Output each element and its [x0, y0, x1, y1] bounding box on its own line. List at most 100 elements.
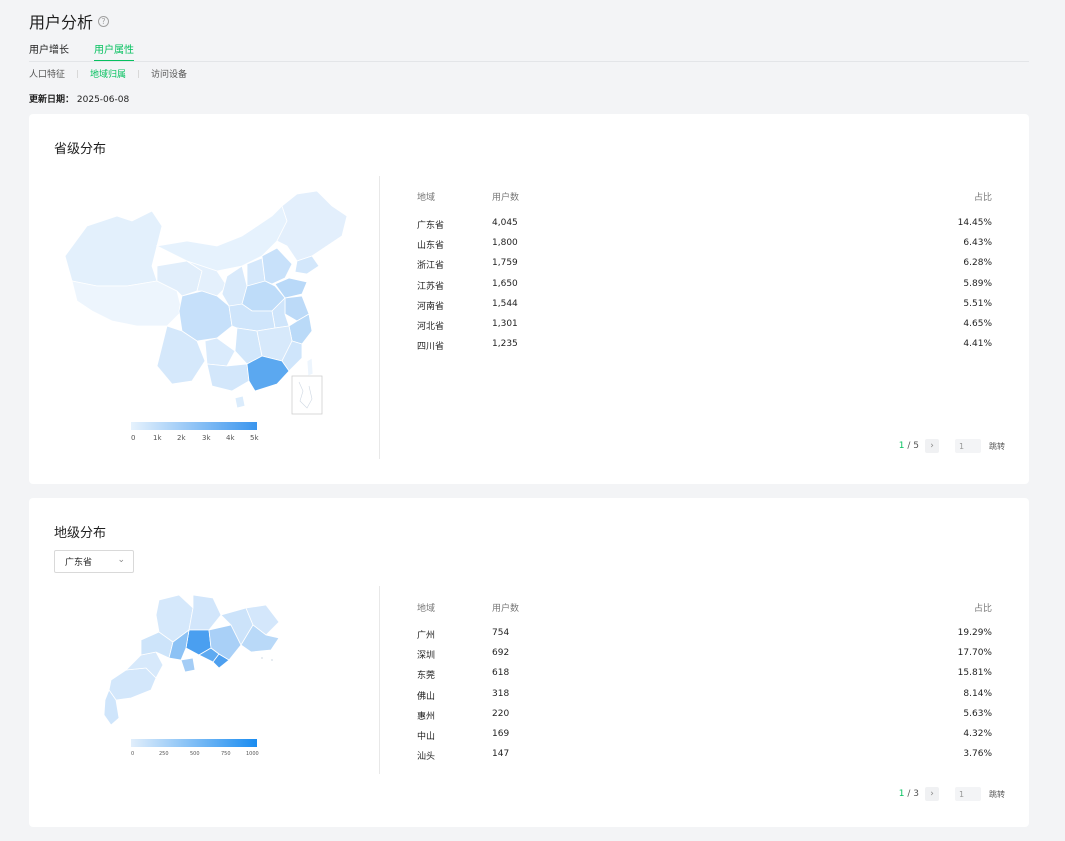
cell-users: 1,544 — [492, 298, 518, 309]
tab-user-attributes[interactable]: 用户属性 — [94, 41, 134, 62]
cell-pct: 5.51% — [963, 298, 992, 309]
legend-tick: 0 — [131, 434, 136, 442]
cell-pct: 15.81% — [957, 668, 992, 679]
city-legend-bar — [131, 739, 257, 747]
table-row: 佛山 318 8.14% — [417, 689, 992, 709]
cell-pct: 5.63% — [963, 708, 992, 719]
subtab-demographics[interactable]: 人口特征 — [29, 67, 65, 80]
subtab-separator — [77, 69, 79, 78]
page-jump-input[interactable] — [955, 787, 981, 801]
table-row: 江苏省 1,650 5.89% — [417, 279, 992, 299]
province-card: 省级分布 0 1k 2k 3k 4k 5k 地域 用户数 占比 广东省 4,04… — [29, 114, 1029, 484]
table-row: 浙江省 1,759 6.28% — [417, 258, 992, 278]
legend-tick: 750 — [221, 751, 231, 757]
col-region: 地域 — [417, 193, 436, 203]
legend-tick: 2k — [177, 434, 186, 442]
cell-pct: 6.43% — [963, 238, 992, 249]
map-region-hainan — [234, 395, 246, 409]
col-users: 用户数 — [492, 604, 520, 614]
province-select[interactable]: 广东省 ⌄ — [54, 550, 134, 573]
legend-tick: 500 — [190, 751, 200, 757]
chevron-down-icon: ⌄ — [117, 555, 125, 565]
map-city-shaoguan — [188, 594, 222, 631]
cell-users: 1,759 — [492, 258, 518, 269]
pager-total: 3 — [913, 789, 919, 799]
city-divider — [379, 586, 380, 774]
next-page-icon[interactable]: › — [925, 439, 939, 453]
col-users: 用户数 — [492, 193, 520, 203]
cell-pct: 4.32% — [963, 728, 992, 739]
cell-users: 1,301 — [492, 318, 518, 329]
legend-tick: 5k — [250, 434, 259, 442]
table-row: 河南省 1,544 5.51% — [417, 299, 992, 319]
cell-users: 147 — [492, 749, 510, 760]
table-row: 河北省 1,301 4.65% — [417, 319, 992, 339]
city-pager: 1 / 3 › 跳转 — [899, 787, 1005, 801]
table-row: 四川省 1,235 4.41% — [417, 339, 992, 359]
legend-tick: 3k — [202, 434, 211, 442]
province-pager: 1 / 5 › 跳转 — [899, 439, 1005, 453]
province-legend-ticks: 0 1k 2k 3k 4k 5k — [128, 434, 268, 444]
cell-region: 河南省 — [417, 301, 445, 312]
cell-users: 1,800 — [492, 238, 518, 249]
cell-region: 浙江省 — [417, 261, 445, 272]
pager-total: 5 — [913, 441, 919, 451]
subtab-region[interactable]: 地域归属 — [90, 67, 126, 80]
province-divider — [379, 176, 380, 459]
cell-region: 四川省 — [417, 342, 445, 353]
cell-pct: 5.89% — [963, 278, 992, 289]
cell-users: 692 — [492, 648, 510, 659]
province-title: 省级分布 — [54, 142, 107, 157]
cell-pct: 8.14% — [963, 688, 992, 699]
map-region-northeast — [276, 190, 347, 262]
table-row: 东莞 618 15.81% — [417, 668, 992, 688]
legend-tick: 1000 — [246, 751, 259, 757]
table-header: 地域 用户数 占比 — [417, 601, 992, 614]
page-jump-input[interactable] — [955, 439, 981, 453]
city-card: 地级分布 广东省 ⌄ 0 250 500 750 1000 地域 用户数 占比 … — [29, 498, 1029, 827]
legend-tick: 0 — [131, 751, 135, 757]
city-title: 地级分布 — [54, 526, 107, 541]
help-icon[interactable]: ? — [98, 15, 110, 27]
map-region-sichuan — [178, 290, 233, 342]
jump-button[interactable]: 跳转 — [989, 789, 1005, 800]
cell-pct: 17.70% — [957, 648, 992, 659]
legend-tick: 250 — [159, 751, 169, 757]
map-city-zhongshan — [180, 657, 196, 673]
cell-region: 山东省 — [417, 241, 445, 252]
tab-user-growth[interactable]: 用户增长 — [29, 41, 69, 62]
city-legend-ticks: 0 250 500 750 1000 — [128, 751, 268, 761]
pager-status: 1 / 3 — [899, 789, 919, 799]
cell-users: 169 — [492, 728, 510, 739]
col-pct: 占比 — [973, 604, 992, 614]
map-region-guizhou — [204, 337, 236, 367]
city-table: 地域 用户数 占比 广州 754 19.29% 深圳 692 17.70% 东莞 618 1… — [417, 601, 992, 769]
pager-sep: / — [904, 441, 914, 451]
cell-users: 1,235 — [492, 339, 518, 350]
pager-sep: / — [904, 789, 914, 799]
table-row: 惠州 220 5.63% — [417, 709, 992, 729]
cell-region: 河北省 — [417, 321, 445, 332]
legend-tick: 1k — [153, 434, 162, 442]
map-region-taiwan — [306, 357, 314, 377]
province-legend-bar — [131, 422, 257, 430]
cell-pct: 3.76% — [963, 749, 992, 760]
map-region-guangxi — [206, 363, 250, 392]
jump-button[interactable]: 跳转 — [989, 441, 1005, 452]
cell-region: 广东省 — [417, 221, 445, 231]
cell-region: 汕头 — [417, 752, 436, 763]
cell-region: 深圳 — [417, 651, 436, 662]
map-region-tibet — [71, 280, 183, 327]
cell-region: 江苏省 — [417, 281, 445, 292]
cell-users: 618 — [492, 668, 510, 679]
tabs-divider — [29, 61, 1029, 62]
map-city-islands — [261, 657, 273, 661]
next-page-icon[interactable]: › — [925, 787, 939, 801]
cell-region: 广州 — [417, 631, 436, 641]
cell-pct: 4.41% — [963, 339, 992, 350]
cell-users: 754 — [492, 628, 510, 638]
legend-tick: 4k — [226, 434, 235, 442]
table-row: 山东省 1,800 6.43% — [417, 238, 992, 258]
cell-region: 惠州 — [417, 711, 436, 722]
subtab-device[interactable]: 访问设备 — [151, 67, 187, 80]
